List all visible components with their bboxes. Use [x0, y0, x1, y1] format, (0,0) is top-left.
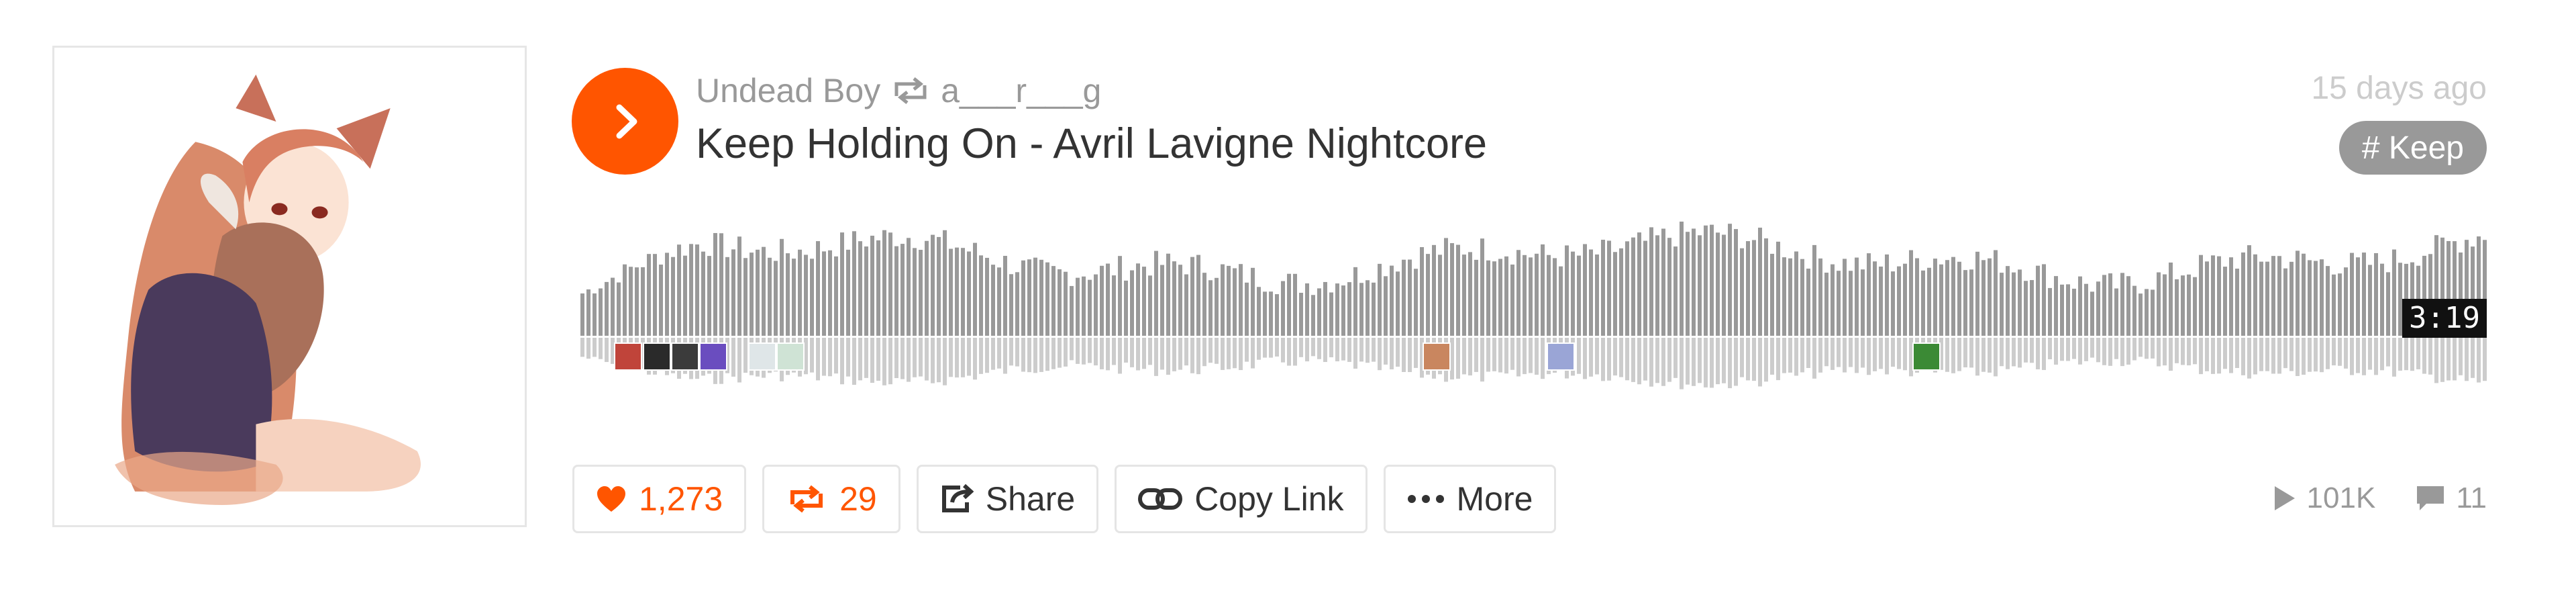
comment-avatar[interactable] — [1547, 342, 1575, 371]
comment-avatar[interactable] — [643, 342, 671, 371]
genre-tag[interactable]: # Keep — [2338, 121, 2487, 175]
reposter-link[interactable]: a___r___g — [941, 71, 1101, 110]
repost-icon — [790, 485, 823, 513]
track-card: Undead Boy a___r___g Keep Holding On - A… — [0, 0, 2576, 597]
repost-icon — [890, 76, 931, 105]
track-stats: 101K 11 — [2272, 478, 2487, 518]
heart-icon — [597, 486, 625, 512]
uploader-line: Undead Boy a___r___g — [696, 67, 1101, 114]
artwork-illustration — [54, 48, 525, 525]
comment-avatar[interactable] — [776, 342, 805, 371]
like-button[interactable]: 1,273 — [572, 465, 747, 533]
comment-avatar[interactable] — [614, 342, 642, 371]
comment-count[interactable]: 11 — [2416, 481, 2487, 515]
ellipsis-icon — [1407, 495, 1444, 503]
share-button[interactable]: Share — [916, 465, 1099, 533]
track-title[interactable]: Keep Holding On - Avril Lavigne Nightcor… — [696, 120, 1487, 168]
post-timestamp: 15 days ago — [2311, 71, 2487, 106]
more-button[interactable]: More — [1383, 465, 1557, 533]
copy-link-label: Copy Link — [1194, 480, 1344, 518]
comment-avatar[interactable] — [748, 342, 776, 371]
play-icon — [616, 104, 637, 138]
comment-count-value: 11 — [2456, 481, 2487, 514]
play-count-value: 101K — [2306, 481, 2376, 514]
repost-button[interactable]: 29 — [762, 465, 900, 533]
comment-avatar[interactable] — [1912, 342, 1941, 371]
action-bar: 1,273 29 Share Copy Link More — [572, 465, 1557, 533]
comment-avatar[interactable] — [671, 342, 699, 371]
comment-avatar[interactable] — [1423, 342, 1451, 371]
track-duration: 3:19 — [2402, 299, 2487, 338]
waveform[interactable] — [580, 222, 2487, 389]
copy-link-button[interactable]: Copy Link — [1115, 465, 1368, 533]
repost-count: 29 — [839, 480, 877, 518]
play-button[interactable] — [572, 68, 678, 175]
comment-avatar[interactable] — [699, 342, 727, 371]
track-artwork[interactable] — [52, 46, 527, 527]
link-icon — [1138, 488, 1183, 510]
more-label: More — [1456, 480, 1533, 518]
comment-icon — [2417, 486, 2444, 510]
like-count: 1,273 — [639, 480, 723, 518]
waveform-bars — [580, 222, 2487, 389]
uploader-link[interactable]: Undead Boy — [696, 71, 880, 110]
play-count[interactable]: 101K — [2272, 481, 2376, 515]
play-count-icon — [2274, 486, 2295, 510]
share-icon — [941, 484, 974, 512]
share-label: Share — [985, 480, 1076, 518]
